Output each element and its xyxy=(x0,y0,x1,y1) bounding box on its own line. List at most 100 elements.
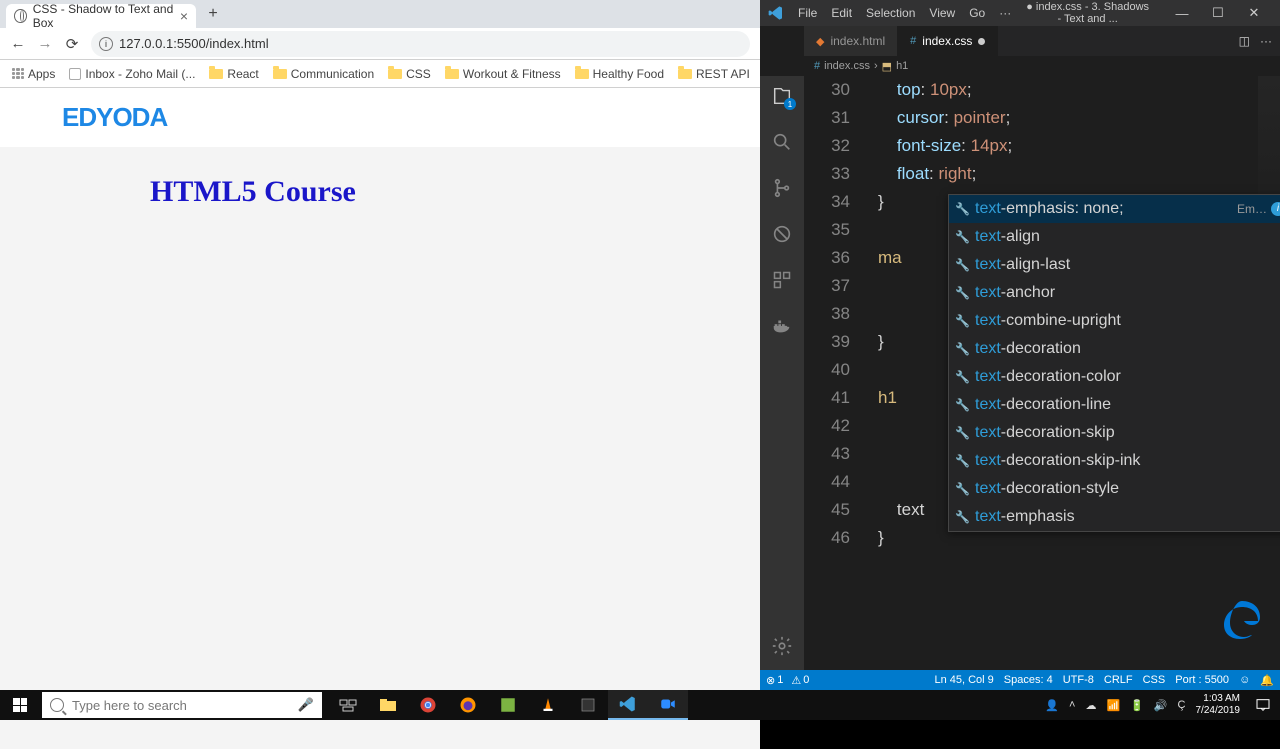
autocomplete-item[interactable]: 🔧text-anchor xyxy=(949,279,1280,307)
autocomplete-item[interactable]: 🔧text-decoration-skip-ink xyxy=(949,447,1280,475)
autocomplete-item[interactable]: 🔧text-decoration-skip xyxy=(949,419,1280,447)
start-button[interactable] xyxy=(0,690,40,720)
tray-volume-icon[interactable]: 🔊 xyxy=(1154,699,1168,712)
split-editor-icon[interactable]: ◫ xyxy=(1239,34,1250,48)
folder-icon xyxy=(209,69,223,79)
status-bell-icon[interactable]: 🔔 xyxy=(1260,674,1274,687)
bookmark-communication[interactable]: Communication xyxy=(267,65,380,83)
reload-button[interactable]: ⟳ xyxy=(60,32,84,56)
html-file-icon: ◆ xyxy=(816,35,824,48)
close-button[interactable]: ✕ xyxy=(1236,0,1272,26)
vscode-titlebar: File Edit Selection View Go ··· ● index.… xyxy=(760,0,1280,26)
chrome-icon[interactable] xyxy=(408,690,448,720)
tray-people-icon[interactable]: 👤 xyxy=(1045,699,1059,712)
maximize-button[interactable]: ☐ xyxy=(1200,0,1236,26)
forward-button[interactable]: → xyxy=(33,32,57,56)
taskbar-clock[interactable]: 1:03 AM 7/24/2019 xyxy=(1196,693,1241,717)
tray-wifi-icon[interactable]: 📶 xyxy=(1106,699,1120,712)
action-center-icon[interactable] xyxy=(1250,690,1276,720)
back-button[interactable]: ← xyxy=(6,32,30,56)
chrome-toolbar: ← → ⟳ i 127.0.0.1:5500/index.html xyxy=(0,28,760,60)
vlc-icon[interactable] xyxy=(528,690,568,720)
debug-icon[interactable] xyxy=(770,222,794,246)
tray-lang-icon[interactable]: Ç xyxy=(1178,699,1186,711)
menu-view[interactable]: View xyxy=(929,6,955,20)
minimize-button[interactable]: — xyxy=(1164,0,1200,26)
autocomplete-item[interactable]: 🔧text-align xyxy=(949,223,1280,251)
apps-button[interactable]: Apps xyxy=(6,65,61,83)
app-icon-2[interactable] xyxy=(568,690,608,720)
tray-chevron-up-icon[interactable]: ˄ xyxy=(1069,699,1075,711)
tab-index-html[interactable]: ◆index.html xyxy=(804,26,898,56)
file-explorer-icon[interactable] xyxy=(368,690,408,720)
course-heading: HTML5 Course xyxy=(150,175,610,209)
menu-go[interactable]: Go xyxy=(969,6,985,20)
explorer-icon[interactable] xyxy=(770,84,794,108)
status-eol[interactable]: CRLF xyxy=(1104,674,1133,687)
settings-gear-icon[interactable] xyxy=(770,634,794,658)
tray-onedrive-icon[interactable]: ☁ xyxy=(1085,699,1096,712)
folder-icon xyxy=(388,69,402,79)
close-tab-icon[interactable]: × xyxy=(180,8,188,24)
bookmark-inbox[interactable]: Inbox - Zoho Mail (... xyxy=(63,65,201,83)
tab-index-css[interactable]: #index.css xyxy=(898,26,998,56)
taskbar-search[interactable]: Type here to search 🎤 xyxy=(42,692,322,718)
bookmarks-bar: Apps Inbox - Zoho Mail (... React Commun… xyxy=(0,60,760,88)
system-tray: 👤 ˄ ☁ 📶 🔋 🔊 Ç 1:03 AM 7/24/2019 xyxy=(1045,690,1280,720)
vscode-taskbar-icon[interactable] xyxy=(608,690,648,720)
status-errors[interactable]: ⊗ 1 xyxy=(766,674,783,687)
windows-taskbar: Type here to search 🎤 👤 ˄ ☁ 📶 🔋 🔊 Ç 1:03… xyxy=(0,690,1280,720)
globe-icon xyxy=(14,9,27,23)
autocomplete-item[interactable]: 🔧text-decoration-color xyxy=(949,363,1280,391)
menu-edit[interactable]: Edit xyxy=(831,6,852,20)
status-position[interactable]: Ln 45, Col 9 xyxy=(934,674,993,687)
extensions-icon[interactable] xyxy=(770,268,794,292)
more-actions-icon[interactable]: ··· xyxy=(1260,34,1272,48)
menu-selection[interactable]: Selection xyxy=(866,6,915,20)
edge-logo-icon xyxy=(1218,595,1266,652)
source-control-icon[interactable] xyxy=(770,176,794,200)
new-tab-button[interactable]: + xyxy=(202,3,224,25)
autocomplete-item[interactable]: 🔧text-combine-upright xyxy=(949,307,1280,335)
unsaved-dot-icon xyxy=(978,38,985,45)
autocomplete-popup[interactable]: 🔧text-emphasis: none;Em… i🔧text-align🔧te… xyxy=(948,194,1280,532)
tray-battery-icon[interactable]: 🔋 xyxy=(1130,699,1144,712)
browser-tab[interactable]: CSS - Shadow to Text and Box × xyxy=(6,4,196,28)
site-info-icon[interactable]: i xyxy=(99,37,113,51)
address-bar[interactable]: i 127.0.0.1:5500/index.html xyxy=(91,31,750,57)
autocomplete-item[interactable]: 🔧text-decoration xyxy=(949,335,1280,363)
breadcrumbs[interactable]: # index.css › ⬒ h1 xyxy=(804,56,1280,76)
status-encoding[interactable]: UTF-8 xyxy=(1063,674,1094,687)
bookmark-rest[interactable]: REST API xyxy=(672,65,756,83)
page-header: EDYODA xyxy=(0,88,760,147)
page-viewport: EDYODA HTML5 Course xyxy=(0,88,760,690)
code-editor[interactable]: 3031323334353637383940414243444546 top: … xyxy=(804,76,1280,670)
page-body: HTML5 Course xyxy=(0,147,760,749)
bookmark-css[interactable]: CSS xyxy=(382,65,437,83)
app-icon-1[interactable] xyxy=(488,690,528,720)
autocomplete-item[interactable]: 🔧text-decoration-line xyxy=(949,391,1280,419)
search-icon[interactable] xyxy=(770,130,794,154)
docker-icon[interactable] xyxy=(770,314,794,338)
status-language[interactable]: CSS xyxy=(1143,674,1166,687)
menu-more[interactable]: ··· xyxy=(999,6,1011,20)
autocomplete-item[interactable]: 🔧text-align-last xyxy=(949,251,1280,279)
autocomplete-item[interactable]: 🔧text-emphasis xyxy=(949,503,1280,531)
zoom-icon[interactable] xyxy=(648,690,688,720)
autocomplete-item[interactable]: 🔧text-decoration-style xyxy=(949,475,1280,503)
firefox-icon[interactable] xyxy=(448,690,488,720)
vscode-window: File Edit Selection View Go ··· ● index.… xyxy=(760,0,1280,690)
status-feedback-icon[interactable]: ☺ xyxy=(1239,674,1250,687)
bookmark-workout[interactable]: Workout & Fitness xyxy=(439,65,567,83)
autocomplete-item[interactable]: 🔧text-emphasis: none;Em… i xyxy=(949,195,1280,223)
task-view-icon[interactable] xyxy=(328,690,368,720)
mic-icon[interactable]: 🎤 xyxy=(298,697,314,713)
menu-file[interactable]: File xyxy=(798,6,817,20)
status-port[interactable]: Port : 5500 xyxy=(1175,674,1229,687)
url-text: 127.0.0.1:5500/index.html xyxy=(119,36,269,51)
bookmark-food[interactable]: Healthy Food xyxy=(569,65,670,83)
status-warnings[interactable]: ⚠ 0 xyxy=(791,674,809,687)
chrome-tab-strip: CSS - Shadow to Text and Box × + xyxy=(0,0,760,28)
status-spaces[interactable]: Spaces: 4 xyxy=(1004,674,1053,687)
bookmark-react[interactable]: React xyxy=(203,65,264,83)
